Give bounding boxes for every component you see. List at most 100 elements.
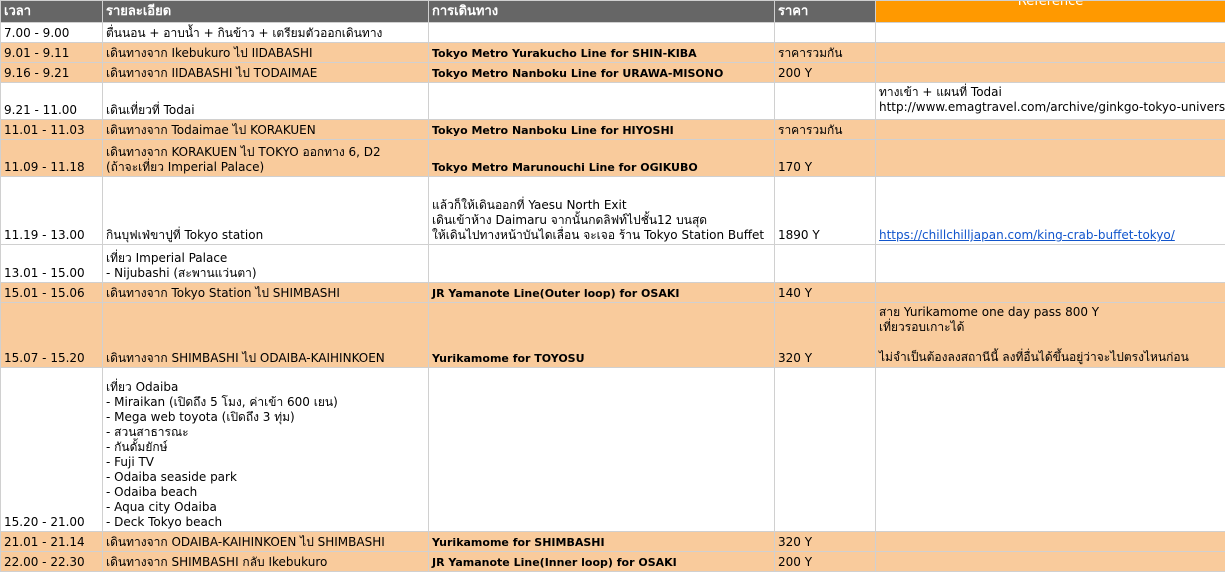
reference-cell[interactable] <box>876 532 1225 552</box>
route-cell[interactable] <box>429 83 775 120</box>
route-line: JR Yamanote Line(Outer loop) for OSAKI <box>432 286 771 301</box>
detail-cell[interactable]: เดินทางจาก SHIMBASHI กลับ Ikebukuro <box>103 552 429 572</box>
route-cell[interactable]: แล้วก็ให้เดินออกที่ Yaesu North Exitเดิน… <box>429 177 775 245</box>
price-cell[interactable] <box>775 23 876 43</box>
route-line: Yurikamome for SHIMBASHI <box>432 535 771 550</box>
table-row: 7.00 - 9.00ตื่นนอน + อาบน้ำ + กินข้าว + … <box>1 23 1225 43</box>
time-cell[interactable]: 21.01 - 21.14 <box>1 532 103 552</box>
detail-line: เดินเที่ยวที่ Todai <box>106 103 425 118</box>
price-cell[interactable]: 1890 Y <box>775 177 876 245</box>
time-cell[interactable]: 22.00 - 22.30 <box>1 552 103 572</box>
detail-line: - Odaiba seaside park <box>106 470 425 485</box>
price-cell[interactable]: ราคารวมกัน <box>775 120 876 140</box>
header-detail[interactable]: รายละเอียด <box>103 1 429 23</box>
route-cell[interactable]: Tokyo Metro Nanboku Line for URAWA-MISON… <box>429 63 775 83</box>
time-cell[interactable]: 11.19 - 13.00 <box>1 177 103 245</box>
route-cell[interactable] <box>429 23 775 43</box>
route-cell[interactable]: Tokyo Metro Yurakucho Line for SHIN-KIBA <box>429 43 775 63</box>
route-cell[interactable]: Yurikamome for TOYOSU <box>429 303 775 368</box>
reference-cell[interactable] <box>876 63 1225 83</box>
detail-line: ตื่นนอน + อาบน้ำ + กินข้าว + เตรียมตัวออ… <box>106 26 425 41</box>
time-cell[interactable]: 15.01 - 15.06 <box>1 283 103 303</box>
detail-line: - Fuji TV <box>106 455 425 470</box>
detail-line: เดินทางจาก Tokyo Station ไป SHIMBASHI <box>106 286 425 301</box>
reference-cell[interactable] <box>876 283 1225 303</box>
detail-cell[interactable]: ตื่นนอน + อาบน้ำ + กินข้าว + เตรียมตัวออ… <box>103 23 429 43</box>
table-row: 15.20 - 21.00เที่ยว Odaiba- Miraikan (เป… <box>1 368 1225 532</box>
detail-cell[interactable]: เดินทางจาก Tokyo Station ไป SHIMBASHI <box>103 283 429 303</box>
time-cell[interactable]: 15.07 - 15.20 <box>1 303 103 368</box>
header-row: เวลา รายละเอียด การเดินทาง ราคา Referenc… <box>1 1 1225 23</box>
header-route[interactable]: การเดินทาง <box>429 1 775 23</box>
detail-cell[interactable]: เดินทางจาก KORAKUEN ไป TOKYO ออกทาง 6, D… <box>103 140 429 177</box>
reference-cell[interactable]: สาย Yurikamome one day pass 800 Yเที่ยวร… <box>876 303 1225 368</box>
time-cell[interactable]: 9.16 - 9.21 <box>1 63 103 83</box>
route-cell[interactable]: JR Yamanote Line(Inner loop) for OSAKI <box>429 552 775 572</box>
price-cell[interactable] <box>775 83 876 120</box>
route-line: Tokyo Metro Yurakucho Line for SHIN-KIBA <box>432 46 771 61</box>
reference-cell[interactable] <box>876 140 1225 177</box>
header-price[interactable]: ราคา <box>775 1 876 23</box>
detail-cell[interactable]: เดินทางจาก SHIMBASHI ไป ODAIBA-KAIHINKOE… <box>103 303 429 368</box>
detail-line: กินบุฟเฟ่ขาปูที่ Tokyo station <box>106 228 425 243</box>
route-cell[interactable]: Tokyo Metro Marunouchi Line for OGIKUBO <box>429 140 775 177</box>
price-cell[interactable]: 320 Y <box>775 532 876 552</box>
detail-line: เดินทางจาก SHIMBASHI ไป ODAIBA-KAIHINKOE… <box>106 351 425 366</box>
time-cell[interactable]: 15.20 - 21.00 <box>1 368 103 532</box>
detail-cell[interactable]: เที่ยว Odaiba- Miraikan (เปิดถึง 5 โมง, … <box>103 368 429 532</box>
detail-cell[interactable]: กินบุฟเฟ่ขาปูที่ Tokyo station <box>103 177 429 245</box>
reference-cell[interactable]: ทางเข้า + แผนที่ Todaihttp://www.emagtra… <box>876 83 1225 120</box>
price-cell[interactable]: 170 Y <box>775 140 876 177</box>
detail-cell[interactable]: เดินทางจาก Ikebukuro ไป IIDABASHI <box>103 43 429 63</box>
route-cell[interactable]: Tokyo Metro Nanboku Line for HIYOSHI <box>429 120 775 140</box>
reference-cell[interactable] <box>876 23 1225 43</box>
table-row: 11.01 - 11.03เดินทางจาก Todaimae ไป KORA… <box>1 120 1225 140</box>
price-cell[interactable]: 140 Y <box>775 283 876 303</box>
reference-cell[interactable] <box>876 120 1225 140</box>
reference-cell[interactable]: https://chillchilljapan.com/king-crab-bu… <box>876 177 1225 245</box>
detail-line: เดินทางจาก KORAKUEN ไป TOKYO ออกทาง 6, D… <box>106 145 425 160</box>
price-cell[interactable]: 200 Y <box>775 63 876 83</box>
time-cell[interactable]: 7.00 - 9.00 <box>1 23 103 43</box>
time-cell[interactable]: 13.01 - 15.00 <box>1 245 103 283</box>
table-row: 22.00 - 22.30เดินทางจาก SHIMBASHI กลับ I… <box>1 552 1225 572</box>
price-cell[interactable]: 320 Y <box>775 303 876 368</box>
detail-line: เดินทางจาก Ikebukuro ไป IIDABASHI <box>106 46 425 61</box>
route-cell[interactable] <box>429 245 775 283</box>
reference-line: เที่ยวรอบเกาะได้ <box>879 320 1222 335</box>
price-cell[interactable] <box>775 245 876 283</box>
detail-line: - สวนสาธารณะ <box>106 425 425 440</box>
detail-line: - Deck Tokyo beach <box>106 515 425 530</box>
header-time[interactable]: เวลา <box>1 1 103 23</box>
route-line: ให้เดินไปทางหน้าบันไดเลื่อน จะเจอ ร้าน T… <box>432 228 771 243</box>
detail-line: เดินทางจาก SHIMBASHI กลับ Ikebukuro <box>106 555 425 570</box>
detail-line: เดินทางจาก IIDABASHI ไป TODAIMAE <box>106 66 425 81</box>
reference-cell[interactable] <box>876 245 1225 283</box>
price-cell[interactable] <box>775 368 876 532</box>
detail-cell[interactable]: เดินทางจาก IIDABASHI ไป TODAIMAE <box>103 63 429 83</box>
route-cell[interactable]: JR Yamanote Line(Outer loop) for OSAKI <box>429 283 775 303</box>
reference-cell[interactable] <box>876 368 1225 532</box>
detail-cell[interactable]: เดินเที่ยวที่ Todai <box>103 83 429 120</box>
table-row: 15.01 - 15.06เดินทางจาก Tokyo Station ไป… <box>1 283 1225 303</box>
route-cell[interactable] <box>429 368 775 532</box>
reference-line: ทางเข้า + แผนที่ Todai <box>879 85 1222 100</box>
time-cell[interactable]: 9.21 - 11.00 <box>1 83 103 120</box>
detail-line: เดินทางจาก Todaimae ไป KORAKUEN <box>106 123 425 138</box>
detail-cell[interactable]: เดินทางจาก Todaimae ไป KORAKUEN <box>103 120 429 140</box>
route-cell[interactable]: Yurikamome for SHIMBASHI <box>429 532 775 552</box>
detail-cell[interactable]: เที่ยว Imperial Palace- Nijubashi (สะพาน… <box>103 245 429 283</box>
reference-cell[interactable] <box>876 43 1225 63</box>
reference-cell[interactable] <box>876 552 1225 572</box>
detail-cell[interactable]: เดินทางจาก ODAIBA-KAIHINKOEN ไป SHIMBASH… <box>103 532 429 552</box>
price-cell[interactable]: 200 Y <box>775 552 876 572</box>
reference-line: https://chillchilljapan.com/king-crab-bu… <box>879 228 1222 243</box>
time-cell[interactable]: 9.01 - 9.11 <box>1 43 103 63</box>
time-cell[interactable]: 11.01 - 11.03 <box>1 120 103 140</box>
detail-line: - กันดั้มยักษ์ <box>106 440 425 455</box>
reference-line: ไม่จำเป็นต้องลงสถานีนี้ ลงที่อื่นได้ขึ้น… <box>879 350 1222 365</box>
price-cell[interactable]: ราคารวมกัน <box>775 43 876 63</box>
time-cell[interactable]: 11.09 - 11.18 <box>1 140 103 177</box>
header-reference[interactable]: Reference <box>876 1 1225 23</box>
table-row: 11.09 - 11.18เดินทางจาก KORAKUEN ไป TOKY… <box>1 140 1225 177</box>
